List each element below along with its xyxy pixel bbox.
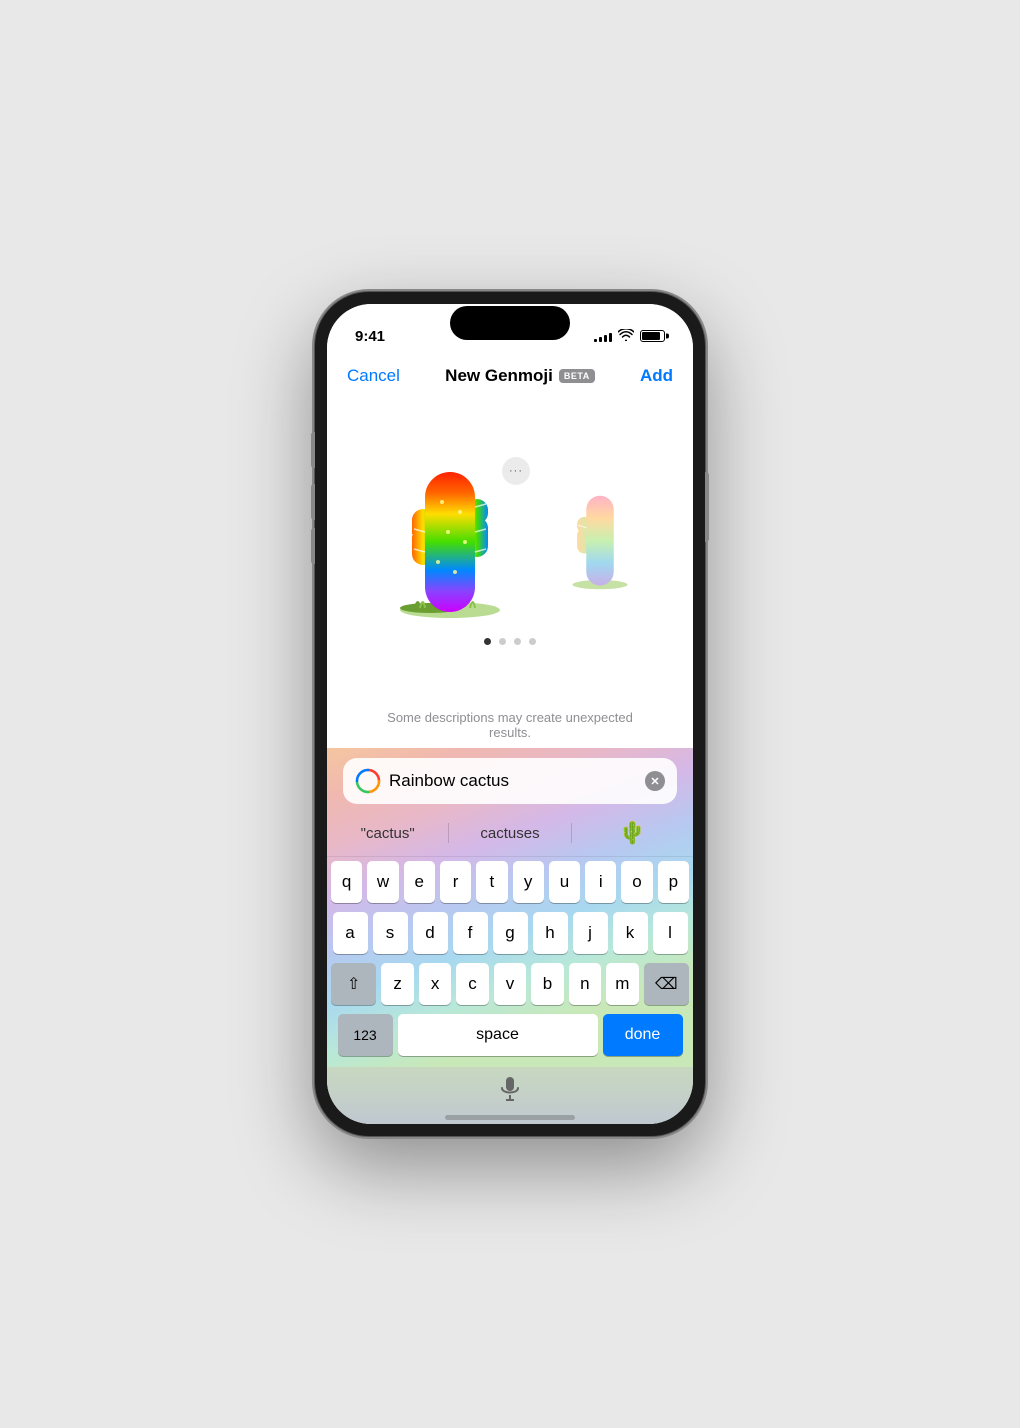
wifi-icon <box>618 329 634 344</box>
dot-4[interactable] <box>529 638 536 645</box>
keyboard-row-1: q w e r t y u i o p <box>331 861 689 903</box>
keyboard: q w e r t y u i o p a s <box>327 857 693 1067</box>
shift-key[interactable]: ⇧ <box>331 963 376 1005</box>
cactus-main-emoji[interactable]: ··· <box>365 452 535 622</box>
dot-3[interactable] <box>514 638 521 645</box>
numbers-key[interactable]: 123 <box>338 1014 393 1056</box>
pagination-dots <box>484 638 536 645</box>
dynamic-island <box>450 306 570 340</box>
cactus-secondary-emoji[interactable] <box>545 482 655 592</box>
cancel-button[interactable]: Cancel <box>347 366 400 386</box>
keyboard-row-3: ⇧ z x c v b n m ⌫ <box>331 963 689 1005</box>
signal-bars-icon <box>594 330 612 342</box>
nav-title-container: New Genmoji BETA <box>445 366 595 386</box>
keyboard-row-2: a s d f g h j k l <box>331 912 689 954</box>
cactus-secondary-svg <box>545 482 655 592</box>
key-u[interactable]: u <box>549 861 580 903</box>
key-p[interactable]: p <box>658 861 689 903</box>
key-g[interactable]: g <box>493 912 528 954</box>
apple-intelligence-icon <box>355 768 381 794</box>
search-container: Rainbow cactus ✕ <box>327 748 693 810</box>
key-o[interactable]: o <box>621 861 652 903</box>
bottom-bar <box>327 1067 693 1124</box>
done-key[interactable]: done <box>603 1014 683 1056</box>
key-q[interactable]: q <box>331 861 362 903</box>
add-button[interactable]: Add <box>640 366 673 386</box>
key-w[interactable]: w <box>367 861 398 903</box>
beta-badge: BETA <box>559 369 595 383</box>
emoji-carousel: ··· <box>327 452 693 622</box>
more-options-button[interactable]: ··· <box>502 457 530 485</box>
key-a[interactable]: a <box>333 912 368 954</box>
battery-icon <box>640 330 665 342</box>
key-v[interactable]: v <box>494 963 526 1005</box>
key-e[interactable]: e <box>404 861 435 903</box>
dot-1[interactable] <box>484 638 491 645</box>
space-key[interactable]: space <box>398 1014 598 1056</box>
emoji-display: ··· <box>327 394 693 702</box>
app-content: Cancel New Genmoji BETA Add ··· <box>327 354 693 1124</box>
microphone-icon[interactable] <box>499 1075 521 1109</box>
phone-device: 9:41 <box>315 292 705 1136</box>
key-r[interactable]: r <box>440 861 471 903</box>
key-k[interactable]: k <box>613 912 648 954</box>
key-t[interactable]: t <box>476 861 507 903</box>
autocomplete-item-2[interactable]: cactuses <box>449 819 570 848</box>
key-b[interactable]: b <box>531 963 563 1005</box>
key-y[interactable]: y <box>513 861 544 903</box>
autocomplete-item-1[interactable]: "cactus" <box>327 819 448 848</box>
status-icons <box>594 329 665 344</box>
key-s[interactable]: s <box>373 912 408 954</box>
key-j[interactable]: j <box>573 912 608 954</box>
phone-screen: 9:41 <box>327 304 693 1124</box>
home-indicator <box>445 1115 575 1120</box>
nav-bar: Cancel New Genmoji BETA Add <box>327 354 693 394</box>
key-l[interactable]: l <box>653 912 688 954</box>
delete-key[interactable]: ⌫ <box>644 963 689 1005</box>
clear-button[interactable]: ✕ <box>645 771 665 791</box>
dot-2[interactable] <box>499 638 506 645</box>
nav-title: New Genmoji <box>445 366 553 386</box>
key-d[interactable]: d <box>413 912 448 954</box>
clear-icon: ✕ <box>650 775 659 788</box>
key-i[interactable]: i <box>585 861 616 903</box>
key-h[interactable]: h <box>533 912 568 954</box>
keyboard-row-4: 123 space done <box>331 1014 689 1056</box>
status-time: 9:41 <box>355 328 385 345</box>
key-z[interactable]: z <box>381 963 413 1005</box>
key-x[interactable]: x <box>419 963 451 1005</box>
search-input[interactable]: Rainbow cactus <box>389 771 637 791</box>
warning-text: Some descriptions may create unexpected … <box>327 702 693 748</box>
key-n[interactable]: n <box>569 963 601 1005</box>
keyboard-area: Rainbow cactus ✕ "cactus" cactuses 🌵 <box>327 748 693 1124</box>
search-input-wrapper: Rainbow cactus ✕ <box>343 758 677 804</box>
autocomplete-bar: "cactus" cactuses 🌵 <box>327 810 693 857</box>
key-c[interactable]: c <box>456 963 488 1005</box>
ellipsis-icon: ··· <box>509 465 523 477</box>
key-f[interactable]: f <box>453 912 488 954</box>
autocomplete-item-3[interactable]: 🌵 <box>572 814 693 852</box>
key-m[interactable]: m <box>606 963 638 1005</box>
